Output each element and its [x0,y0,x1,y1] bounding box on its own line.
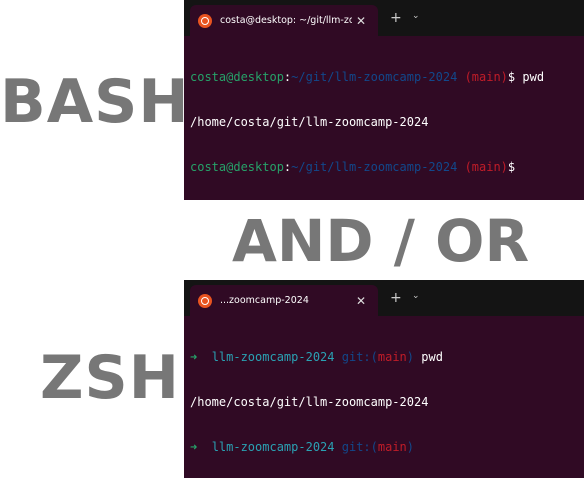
chevron-down-icon[interactable]: ⌄ [412,11,420,21]
prompt-line: ➜ llm-zoomcamp-2024 git:(main) pwd [190,350,584,365]
terminal-tab[interactable]: costa@desktop: ~/git/llm-zoc ✕ [190,5,378,36]
and-or-label: AND / OR [232,207,530,275]
prompt-symbol: $ [507,70,516,84]
terminal-output[interactable]: ➜ llm-zoomcamp-2024 git:(main) pwd /home… [184,316,584,478]
ubuntu-icon [198,293,212,308]
prompt-dir: llm-zoomcamp-2024 [211,350,335,364]
prompt-line: costa@desktop:~/git/llm-zoomcamp-2024 (m… [190,160,584,175]
git-branch: main [377,350,407,364]
tab-title: ...zoomcamp-2024 [220,295,309,306]
prompt-line: ➜ llm-zoomcamp-2024 git:(main) [190,440,584,455]
zsh-label: ZSH [40,343,180,413]
bash-terminal-window[interactable]: costa@desktop: ~/git/llm-zoc ✕ + ⌄ costa… [184,0,584,200]
bash-label: BASH [0,67,190,137]
git-prefix: git:( [341,440,378,454]
ubuntu-icon [198,13,212,28]
add-tab-button[interactable]: + [390,290,402,306]
terminal-output[interactable]: costa@desktop:~/git/llm-zoomcamp-2024 (m… [184,36,584,200]
git-branch: main [377,440,407,454]
terminal-tab[interactable]: ...zoomcamp-2024 ✕ [190,285,378,316]
prompt-symbol: $ [507,160,516,174]
git-branch: (main) [464,160,508,174]
tab-bar: costa@desktop: ~/git/llm-zoc ✕ + ⌄ [184,0,584,36]
output-line: /home/costa/git/llm-zoomcamp-2024 [190,115,429,129]
tab-title: costa@desktop: ~/git/llm-zoc [220,15,352,26]
user-host: costa@desktop [190,70,284,84]
prompt-dir: llm-zoomcamp-2024 [211,440,335,454]
prompt-path: ~/git/llm-zoomcamp-2024 [291,160,458,174]
git-prefix: git:( [341,350,378,364]
close-icon[interactable]: ✕ [356,14,366,28]
command-text: pwd [522,70,545,84]
user-host: costa@desktop [190,160,284,174]
prompt-line: costa@desktop:~/git/llm-zoomcamp-2024 (m… [190,70,584,85]
chevron-down-icon[interactable]: ⌄ [412,291,420,301]
add-tab-button[interactable]: + [390,10,402,26]
prompt-path: ~/git/llm-zoomcamp-2024 [291,70,458,84]
command-text: pwd [421,350,443,364]
zsh-terminal-window[interactable]: ...zoomcamp-2024 ✕ + ⌄ ➜ llm-zoomcamp-20… [184,280,584,478]
tab-bar: ...zoomcamp-2024 ✕ + ⌄ [184,280,584,316]
arrow-icon: ➜ [190,440,198,454]
git-branch: (main) [464,70,508,84]
git-suffix: ) [406,440,415,454]
output-line: /home/costa/git/llm-zoomcamp-2024 [190,395,429,409]
arrow-icon: ➜ [190,350,198,364]
close-icon[interactable]: ✕ [356,294,366,308]
git-suffix: ) [406,350,415,364]
